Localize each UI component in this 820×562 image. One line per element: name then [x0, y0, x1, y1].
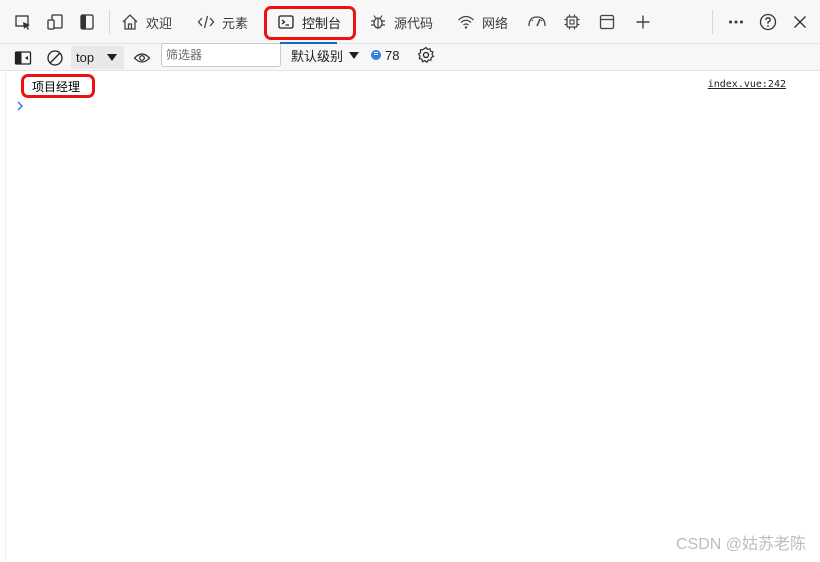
- log-levels-dropdown[interactable]: 默认级别: [291, 44, 360, 66]
- devtools-tab-bar: 欢迎 元素 控制台 源代码 网络: [0, 0, 820, 44]
- tab-sources[interactable]: 源代码: [368, 0, 433, 44]
- console-toolbar: top: [0, 44, 820, 71]
- dock-side-icon[interactable]: [77, 12, 97, 32]
- watermark: CSDN @姑苏老陈: [675, 536, 806, 553]
- tab-welcome[interactable]: 欢迎: [120, 0, 172, 44]
- close-icon[interactable]: [790, 12, 810, 32]
- console-source-link[interactable]: index.vue:242: [708, 79, 786, 90]
- message-count-badge[interactable]: 78: [371, 44, 399, 66]
- panel-divider: [5, 72, 6, 562]
- console-settings-gear-icon[interactable]: [416, 45, 436, 65]
- tab-label: 元素: [222, 15, 249, 31]
- log-levels-label: 默认级别: [291, 48, 344, 64]
- tab-label: 源代码: [394, 15, 434, 31]
- tab-performance[interactable]: [527, 0, 547, 44]
- add-tab-plus-icon[interactable]: [633, 12, 653, 32]
- inspect-element-icon[interactable]: [13, 12, 33, 32]
- home-icon: [120, 12, 140, 32]
- tab-network[interactable]: 网络: [456, 0, 508, 44]
- application-window-icon: [597, 12, 617, 32]
- bug-icon: [368, 12, 388, 32]
- performance-gauge-icon: [527, 12, 547, 32]
- context-selector-value: top: [76, 50, 95, 65]
- filter-input[interactable]: [161, 43, 281, 67]
- code-brackets-icon: [196, 12, 216, 32]
- help-icon[interactable]: [758, 12, 778, 32]
- clear-console-icon[interactable]: [45, 48, 65, 68]
- tab-memory[interactable]: [562, 0, 582, 44]
- toolbar-divider: [712, 10, 713, 34]
- more-options-icon[interactable]: [726, 12, 746, 32]
- message-count: 78: [385, 47, 400, 63]
- tab-label: 欢迎: [146, 15, 173, 31]
- tab-label: 网络: [482, 15, 509, 31]
- tab-elements[interactable]: 元素: [196, 0, 248, 44]
- console-output-panel: [0, 72, 820, 562]
- console-log-message: 项目经理: [32, 80, 81, 94]
- device-emulation-icon[interactable]: [45, 12, 65, 32]
- console-icon: [276, 12, 296, 32]
- tab-application[interactable]: [597, 0, 617, 44]
- toolbar-divider: [109, 10, 110, 34]
- live-expression-eye-icon[interactable]: [132, 48, 152, 68]
- dropdown-caret-icon: [349, 51, 360, 59]
- tab-label: 控制台: [302, 15, 342, 31]
- dropdown-caret-icon: [107, 54, 117, 61]
- message-bubble-icon: [371, 50, 381, 60]
- tab-console[interactable]: 控制台: [276, 0, 341, 44]
- context-selector[interactable]: top: [71, 46, 124, 69]
- wifi-icon: [456, 12, 476, 32]
- console-prompt-chevron-icon[interactable]: [15, 99, 25, 113]
- show-sidebar-icon[interactable]: [13, 48, 33, 68]
- cpu-chip-icon: [562, 12, 582, 32]
